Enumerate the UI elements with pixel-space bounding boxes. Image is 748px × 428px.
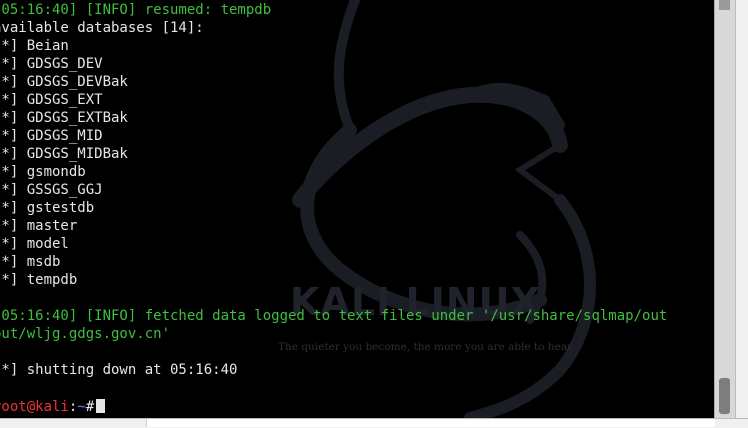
terminal-line: [*] GSSGS_GGJ [0, 182, 103, 198]
terminal-line: [*] gsmondb [0, 164, 86, 180]
terminal-window[interactable]: KALI LINUX The quieter you become, the m… [0, 0, 714, 418]
status-field [146, 419, 715, 427]
scrollbar-top-cap [719, 0, 730, 10]
prompt-user-host: root@kali [0, 399, 69, 415]
shell-prompt[interactable]: root@kali:~# [0, 398, 106, 416]
terminal-line: [*] tempdb [0, 272, 78, 288]
terminal-line: [*] Beian [0, 38, 69, 54]
scrollbar-thumb[interactable] [719, 378, 730, 414]
terminal-line: [*] GDSGS_MID [0, 128, 103, 144]
terminal-line: [*] GDSGS_DEV [0, 56, 103, 72]
terminal-line: [*] GDSGS_EXT [0, 92, 103, 108]
terminal-line: put/wljg.gdgs.gov.cn' [0, 326, 171, 342]
terminal-line: [*] GDSGS_EXTBak [0, 110, 128, 126]
terminal-scrollbar[interactable] [714, 0, 735, 418]
terminal-line: [*] msdb [0, 254, 61, 270]
prompt-path: ~ [77, 399, 86, 415]
text-cursor [96, 399, 106, 413]
kali-tagline: The quieter you become, the more you are… [278, 341, 575, 353]
terminal-line: [05:16:40] [INFO] resumed: tempdb [0, 2, 272, 18]
window-edge-panel [735, 0, 748, 427]
terminal-line: [*] GDSGS_MIDBak [0, 146, 128, 162]
terminal-line: [*] model [0, 236, 69, 252]
terminal-line: [*] GDSGS_DEVBak [0, 74, 128, 90]
kali-dragon-wallpaper [292, 0, 596, 418]
terminal-line: [*] shutting down at 05:16:40 [0, 362, 238, 378]
terminal-line: [05:16:40] [INFO] fetched data logged to… [0, 308, 668, 324]
terminal-line: available databases [14]: [0, 20, 204, 36]
terminal-line: [*] master [0, 218, 78, 234]
prompt-symbol: # [85, 399, 95, 415]
terminal-line: [*] gstestdb [0, 200, 95, 216]
